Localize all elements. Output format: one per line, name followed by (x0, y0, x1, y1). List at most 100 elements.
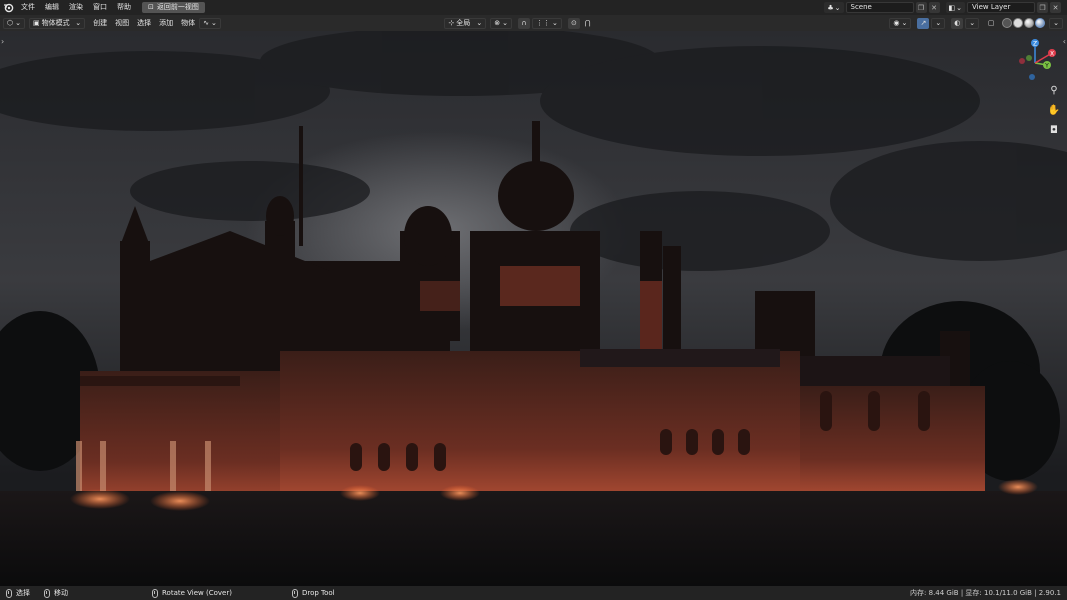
shading-dropdown[interactable]: ⌄ (1049, 17, 1063, 29)
editor-type-dropdown[interactable]: ⬡ ⌄ (3, 17, 25, 29)
gizmo-x-label: X (1050, 51, 1054, 58)
mouse-left-icon (6, 588, 12, 598)
scene-icon: ♣ (827, 3, 834, 12)
rendered-scene (0, 31, 1067, 586)
chevron-down-icon: ⌄ (901, 19, 908, 27)
view-layer-icon: ◧ (948, 3, 956, 12)
menu-edit[interactable]: 编辑 (40, 0, 64, 15)
menu-render[interactable]: 渲染 (64, 0, 88, 15)
top-menu-bar: 文件 编辑 渲染 窗口 帮助 ⊡ 返回前一视图 ♣ ⌄ Scene ❐ ✕ ◧ ⌄ … (0, 0, 1067, 15)
view-layer-name-field[interactable]: View Layer (967, 2, 1035, 13)
view-layer-browse-button[interactable]: ◧ ⌄ (945, 2, 965, 13)
status-rotate: Rotate View (Cover) (152, 588, 232, 598)
snapping-group: ⊗ ⌄ ∩ ⋮⋮ ⌄ ⊙ ⋂ (490, 17, 597, 29)
scene-selector: ♣ ⌄ Scene ❐ ✕ (824, 2, 940, 13)
pan-hand-icon[interactable]: ✋ (1047, 103, 1061, 117)
copy-icon: ❐ (1039, 3, 1046, 12)
menu-window[interactable]: 窗口 (88, 0, 112, 15)
pivot-icon: ⊗ (494, 19, 501, 27)
new-view-layer-button[interactable]: ❐ (1037, 2, 1048, 13)
visibility-dropdown[interactable]: ◉ ⌄ (889, 17, 912, 29)
delete-scene-button[interactable]: ✕ (928, 2, 940, 13)
interaction-mode-dropdown[interactable]: ▣ 物体模式 ⌄ (29, 17, 86, 29)
chevron-down-icon: ⌄ (1053, 19, 1059, 27)
orientation-icon: ⊹ (448, 19, 455, 27)
proportional-edit-toggle[interactable]: ⊙ (567, 17, 580, 29)
status-move-label: 移动 (54, 589, 68, 597)
chevron-down-icon: ⌄ (935, 19, 942, 27)
blender-logo-icon[interactable] (0, 0, 16, 15)
menu-file[interactable]: 文件 (16, 0, 40, 15)
menu-help[interactable]: 帮助 (112, 0, 136, 15)
gizmo-toggle[interactable]: ↗ (917, 17, 930, 29)
scene-browse-button[interactable]: ♣ ⌄ (824, 2, 844, 13)
mode-label: 物体模式 (41, 19, 70, 27)
snap-toggle[interactable]: ∩ (518, 17, 531, 29)
overlays-icon: ◐ (954, 19, 961, 27)
viewport-display-group: ◉ ⌄ ↗ ⌄ ◐ ⌄ ▢ ⌄ (889, 17, 1067, 29)
viewport-nav-controls: ⚲ ✋ ◘ (1047, 83, 1061, 137)
gizmo-dropdown[interactable]: ⌄ (931, 17, 946, 29)
navigation-gizmo[interactable]: Z Y X (1009, 37, 1061, 89)
chevron-down-icon: ⌄ (969, 19, 976, 27)
toolbar-expand-icon[interactable]: › (1, 37, 4, 46)
chevron-down-icon: ⌄ (211, 19, 217, 27)
chevron-down-icon: ⌄ (15, 19, 21, 27)
menu-view[interactable]: 视图 (111, 15, 133, 31)
menu-object[interactable]: 物体 (177, 15, 199, 31)
solid-shading-button[interactable] (1013, 18, 1024, 28)
status-drop-tool-label: Drop Tool (301, 589, 335, 597)
sidebar-expand-icon[interactable]: ‹ (1063, 37, 1066, 46)
overlays-toggle[interactable]: ◐ (951, 17, 964, 29)
view-layer-selector: ◧ ⌄ View Layer ❐ ✕ (945, 2, 1061, 13)
snap-grid-icon: ⋮⋮ (536, 19, 551, 27)
menu-add[interactable]: 添加 (155, 15, 177, 31)
rendered-shading-button[interactable] (1035, 18, 1046, 28)
status-drop-tool: Drop Tool (291, 588, 335, 598)
camera-icon[interactable]: ◘ (1047, 123, 1061, 137)
overlays-dropdown[interactable]: ⌄ (965, 17, 980, 29)
mouse-middle-icon (44, 588, 50, 598)
xray-toggle[interactable]: ▢ (985, 18, 997, 29)
gizmo-icon: ↗ (920, 19, 927, 27)
3d-viewport[interactable]: › ‹ Z Y X ⚲ ✋ ◘ (0, 31, 1067, 586)
status-move: 移动 (44, 588, 68, 598)
3d-viewport-icon: ⬡ (7, 19, 14, 27)
zoom-icon[interactable]: ⚲ (1047, 83, 1061, 97)
object-mode-icon: ▣ (33, 19, 40, 27)
gizmo-y-label: Y (1044, 63, 1049, 70)
delete-view-layer-button[interactable]: ✕ (1050, 2, 1061, 13)
falloff-dropdown[interactable]: ⋂ (582, 18, 594, 29)
gpencil-dropdown[interactable]: ∿ ⌄ (199, 17, 221, 29)
chevron-down-icon: ⌄ (476, 19, 483, 27)
menu-create[interactable]: 创建 (89, 15, 111, 31)
chevron-down-icon: ⌄ (75, 19, 82, 27)
back-to-previous-button[interactable]: ⊡ 返回前一视图 (142, 2, 205, 13)
magnet-icon: ∩ (521, 19, 527, 27)
status-stats: 内存: 8.44 GiB | 显存: 10.1/11.0 GiB | 2.90.… (910, 589, 1061, 597)
pivot-point-dropdown[interactable]: ⊗ ⌄ (490, 17, 513, 29)
new-scene-button[interactable]: ❐ (915, 2, 927, 13)
chevron-down-icon: ⌄ (502, 19, 509, 27)
status-bar: 选择 移动 Rotate View (Cover) Drop Tool 内存: … (0, 586, 1067, 600)
material-preview-button[interactable] (1024, 18, 1035, 28)
scene-name-field[interactable]: Scene (845, 2, 914, 13)
xray-icon: ▢ (987, 19, 995, 27)
viewport-header: ⬡ ⌄ ▣ 物体模式 ⌄ 创建 视图 选择 添加 物体 ∿ ⌄ ⊹ 全局 ⌄ ⊗ ⌄ … (0, 15, 1067, 31)
chevron-down-icon: ⌄ (834, 3, 841, 12)
status-select-label: 选择 (16, 589, 30, 597)
transform-orientation-dropdown[interactable]: ⊹ 全局 ⌄ (444, 17, 487, 29)
close-icon: ✕ (931, 3, 937, 12)
proportional-icon: ⊙ (570, 19, 577, 27)
mouse-right-icon (291, 588, 298, 598)
falloff-curve-icon: ⋂ (584, 19, 591, 27)
gizmo-z-label: Z (1033, 41, 1037, 48)
menu-select[interactable]: 选择 (133, 15, 155, 31)
snap-target-dropdown[interactable]: ⋮⋮ ⌄ (532, 17, 562, 29)
copy-icon: ❐ (917, 3, 925, 12)
back-arrow-icon: ⊡ (148, 3, 154, 11)
shading-mode-group (1002, 18, 1046, 28)
close-icon: ✕ (1052, 3, 1059, 12)
chevron-down-icon: ⌄ (552, 19, 558, 27)
wireframe-shading-button[interactable] (1002, 18, 1013, 28)
